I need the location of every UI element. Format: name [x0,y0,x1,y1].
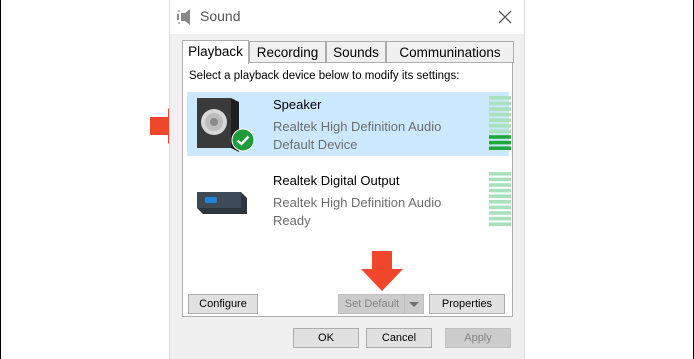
tab-recording[interactable]: Recording [249,41,326,63]
chevron-down-icon[interactable] [404,295,423,313]
annotation-arrow-down-icon [361,251,403,291]
meter-segment [489,216,511,221]
device-status: Ready [273,213,311,228]
digital-output-icon [197,192,247,214]
device-name: Speaker [273,97,322,112]
meter-segment [489,183,511,187]
ok-button[interactable]: OK [293,328,359,348]
set-default-label: Set Default [344,298,400,310]
apply-button[interactable]: Apply [445,328,511,348]
set-default-button[interactable]: Set Default [338,294,424,314]
meter-segment [489,177,511,182]
device-driver: Realtek High Definition Audio [273,195,442,210]
tab-communinations[interactable]: Communinations [386,41,514,63]
device-digital-output[interactable]: Realtek Digital Output Realtek High Defi… [187,168,511,232]
meter-segment [489,211,511,215]
meter-segment [489,135,511,139]
meter-segment [489,96,511,100]
meter-segment [489,172,511,176]
playback-panel: Select a playback device below to modify… [182,62,513,317]
meter-segment [489,200,511,204]
device-speaker[interactable]: Speaker Realtek High Definition Audio De… [187,92,511,156]
instruction-text: Select a playback device below to modify… [189,70,460,82]
meter-segment [489,112,511,117]
meter-segment [489,140,511,145]
default-check-icon [231,128,255,152]
device-driver: Realtek High Definition Audio [273,119,442,134]
meter-segment [489,124,511,128]
tab-sounds[interactable]: Sounds [326,41,386,63]
speaker-icon [197,98,239,152]
meter-segment [489,146,511,150]
sound-dialog: Sound Playback Recording Sounds Communin… [169,0,525,359]
tab-playback[interactable]: Playback [182,40,249,64]
meter-segment [489,118,511,122]
volume-level-meter [489,172,511,226]
device-name: Realtek Digital Output [273,173,400,188]
volume-level-meter [489,96,511,150]
meter-segment [489,107,511,111]
screenshot-canvas: Sound Playback Recording Sounds Communin… [0,0,694,359]
meter-segment [489,188,511,193]
cancel-button[interactable]: Cancel [366,328,432,348]
window-title: Sound [200,8,241,24]
device-status: Default Device [273,137,358,152]
meter-segment [489,101,511,106]
sound-app-icon [177,9,190,25]
meter-segment [489,129,511,134]
meter-segment [489,205,511,210]
meter-segment [489,194,511,198]
properties-button[interactable]: Properties [429,294,505,314]
close-icon[interactable] [496,8,514,26]
frame-edge-left [0,0,1,359]
meter-segment [489,222,511,226]
title-bar: Sound [170,0,524,34]
configure-button[interactable]: Configure [188,294,258,314]
